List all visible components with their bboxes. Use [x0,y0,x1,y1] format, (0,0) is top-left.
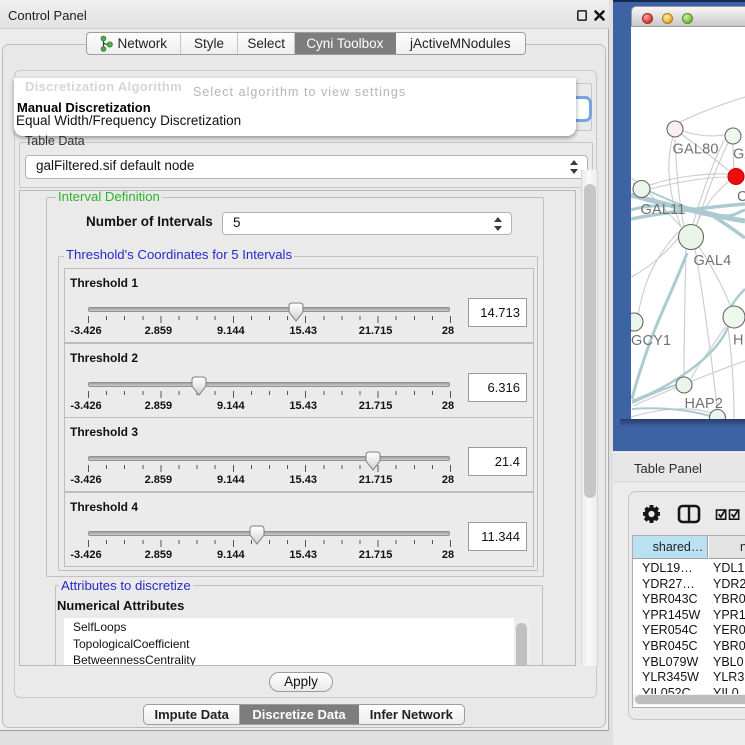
svg-text:GAL11: GAL11 [641,202,686,218]
svg-text:HI: HI [733,333,745,349]
svg-text:GAL4: GAL4 [694,253,732,269]
svg-text:GAL: GAL [733,147,745,163]
svg-text:GAL80: GAL80 [673,142,719,158]
svg-text:HAP2: HAP2 [685,396,724,412]
svg-text:GCY1: GCY1 [631,333,671,349]
svg-text:C: C [737,189,745,205]
